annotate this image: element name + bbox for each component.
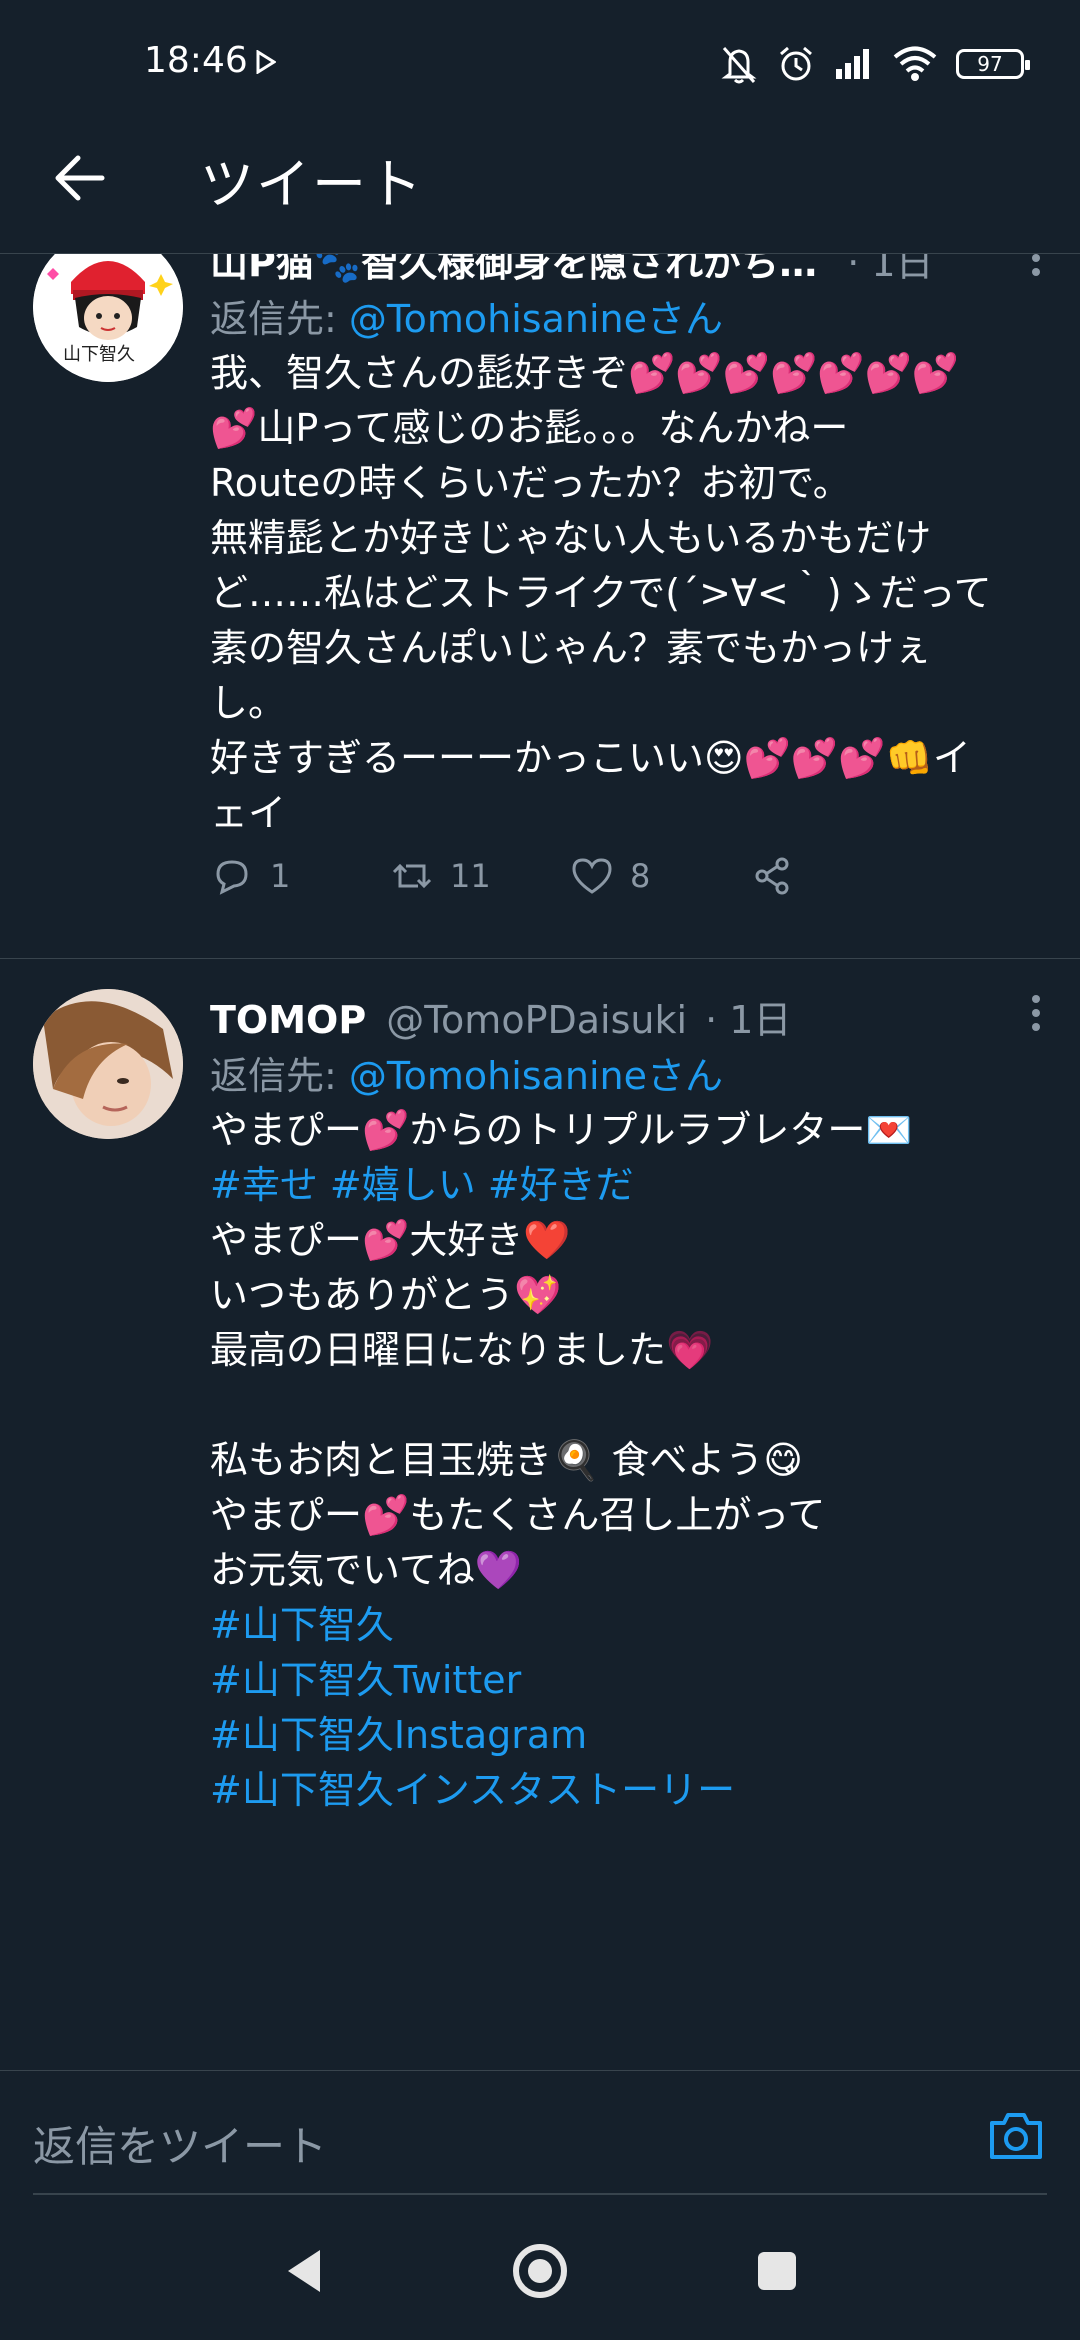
tweet-body: やまぴー💕からのトリプルラブレター💌 #幸せ #嬉しい #好きだ やまぴー💕大好… bbox=[210, 1103, 1046, 1818]
body-line: やまぴー💕もたくさん召し上がって bbox=[210, 1493, 826, 1537]
retweet-icon bbox=[392, 863, 432, 889]
hashtag-line[interactable]: #山下智久Twitter bbox=[210, 1653, 1046, 1708]
share-icon bbox=[755, 857, 789, 895]
avatar-text: 山下智久 bbox=[63, 344, 135, 365]
play-icon bbox=[256, 50, 276, 74]
reply-composer: 返信をツイート bbox=[0, 2070, 1080, 2202]
wifi-icon bbox=[893, 46, 937, 81]
body-line: 私もお肉と目玉焼き🍳 食べよう😋 bbox=[210, 1438, 804, 1482]
tweet-author-line[interactable]: TOMOP @TomoPDaisuki · 1日 bbox=[210, 989, 1046, 1041]
nav-recents-icon[interactable] bbox=[742, 2236, 812, 2306]
avatar[interactable] bbox=[33, 989, 183, 1139]
display-name[interactable]: TOMOP bbox=[210, 998, 366, 1041]
body-line bbox=[210, 1378, 1046, 1433]
avatar-illustration: 山下智久 bbox=[33, 254, 183, 382]
reply-count: 1 bbox=[270, 857, 291, 895]
top-header: ツイート bbox=[0, 120, 1080, 254]
nav-home-icon[interactable] bbox=[505, 2236, 575, 2306]
alarm-icon bbox=[780, 46, 812, 81]
camera-icon[interactable] bbox=[988, 2111, 1044, 2161]
signal-icon bbox=[836, 49, 869, 79]
share-button[interactable] bbox=[750, 854, 930, 898]
like-button[interactable]: 8 bbox=[570, 854, 750, 898]
battery-icon: 97 bbox=[956, 49, 1030, 79]
tweet-time: · 1日 bbox=[847, 254, 934, 284]
reply-icon bbox=[216, 860, 248, 895]
avatar-photo bbox=[33, 989, 183, 1139]
reply-context: 返信先: @Tomohisanineさん bbox=[210, 1045, 1046, 1098]
avatar[interactable]: 山下智久 bbox=[33, 254, 183, 382]
body-line: お元気でいてね💜 bbox=[210, 1548, 523, 1592]
system-nav-bar bbox=[0, 2202, 1080, 2340]
reply-context: 返信先: @Tomohisanineさん bbox=[210, 288, 1046, 341]
tweet-item[interactable]: 山下智久 山P猫🐾智久様御身を隠されがち… · 1日 返信先: @Tomohis… bbox=[0, 254, 1080, 932]
retweet-count: 11 bbox=[450, 857, 491, 895]
page-title: ツイート bbox=[200, 153, 424, 216]
heart-icon bbox=[572, 858, 612, 894]
tweet-divider bbox=[0, 958, 1080, 959]
user-handle[interactable]: @TomoPDaisuki bbox=[386, 998, 687, 1041]
tweet-item[interactable]: TOMOP @TomoPDaisuki · 1日 返信先: @Tomohisan… bbox=[0, 989, 1080, 2070]
more-options-icon[interactable] bbox=[1028, 993, 1044, 1033]
reply-input[interactable]: 返信をツイート bbox=[33, 2113, 327, 2174]
reply-prefix: 返信先: bbox=[210, 1054, 349, 1098]
status-bar: 18:46 97 bbox=[0, 0, 1080, 120]
tweet-body: 我、智久さんの髭好きぞ💕💕💕💕💕💕💕 💕山Pって感じのお髭。。。なんかねー Ro… bbox=[210, 351, 992, 835]
reply-button[interactable]: 1 bbox=[210, 854, 390, 898]
hashtag-line[interactable]: #山下智久Instagram bbox=[210, 1708, 1046, 1763]
display-name[interactable]: 山P猫🐾智久様御身を隠されがち… bbox=[210, 254, 817, 284]
reply-mention[interactable]: @Tomohisanineさん bbox=[349, 1054, 723, 1098]
body-line: 最高の日曜日になりました💗 bbox=[210, 1328, 714, 1372]
tweet-list[interactable]: 山下智久 山P猫🐾智久様御身を隠されがち… · 1日 返信先: @Tomohis… bbox=[0, 254, 1080, 2070]
like-count: 8 bbox=[630, 857, 651, 895]
more-options-icon[interactable] bbox=[1028, 254, 1044, 278]
tweet-author-line[interactable]: 山P猫🐾智久様御身を隠されがち… · 1日 bbox=[210, 254, 1046, 284]
hashtag-line[interactable]: #幸せ #嬉しい #好きだ bbox=[210, 1158, 1046, 1213]
battery-level: 97 bbox=[977, 52, 1003, 76]
status-time: 18:46 bbox=[144, 40, 248, 81]
bell-off-icon bbox=[721, 47, 757, 84]
hashtag-line[interactable]: #山下智久 bbox=[210, 1598, 1046, 1653]
tweet-actions: 1 11 8 bbox=[210, 854, 930, 898]
tweet-time: · 1日 bbox=[705, 998, 792, 1041]
reply-input-underline bbox=[33, 2193, 1047, 2195]
body-line: やまぴー💕からのトリプルラブレター💌 bbox=[210, 1108, 913, 1152]
reply-prefix: 返信先: bbox=[210, 297, 349, 341]
nav-back-icon[interactable] bbox=[270, 2236, 340, 2306]
body-line: いつもありがとう💖 bbox=[210, 1273, 562, 1317]
back-arrow-icon[interactable] bbox=[50, 148, 110, 208]
body-line: やまぴー💕大好き❤️ bbox=[210, 1218, 571, 1262]
hashtag-line[interactable]: #山下智久インスタストーリー bbox=[210, 1763, 1046, 1818]
status-icons: 97 bbox=[720, 36, 1030, 92]
retweet-button[interactable]: 11 bbox=[390, 854, 570, 898]
reply-mention[interactable]: @Tomohisanineさん bbox=[349, 297, 723, 341]
